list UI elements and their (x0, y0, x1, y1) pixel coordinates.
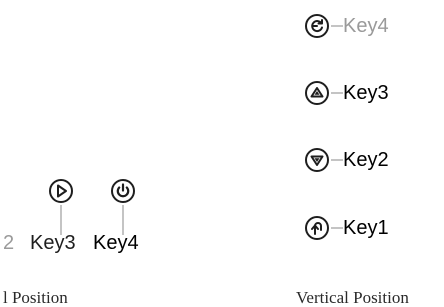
key3-label: Key3 (30, 233, 76, 253)
key4-label-word: Key (93, 232, 128, 254)
vertical-key4-label-num: 4 (377, 15, 389, 37)
power-icon[interactable] (110, 178, 136, 204)
play-right-icon[interactable] (48, 178, 74, 204)
vertical-key1-label-num: 1 (377, 217, 389, 239)
vertical-key2-label: Key2 (343, 150, 389, 170)
key2-partial-label: 2 (3, 232, 15, 254)
vertical-key3-label-num: 3 (377, 82, 389, 104)
vertical-key2-label-num: 2 (377, 149, 389, 171)
vertical-key1-connector (331, 227, 343, 229)
vertical-key1-label-word: Key (343, 217, 378, 239)
vertical-key2-connector (331, 159, 343, 161)
vertical-panel: Key4 Key3 Key2 Key1 Vertical Position (280, 0, 444, 307)
key4-label: Key4 (93, 233, 139, 253)
vertical-key3-label: Key3 (343, 83, 389, 103)
key3-label-num: 3 (64, 232, 76, 254)
key3-label-word: Key (30, 232, 65, 254)
vertical-key3-label-word: Key (343, 82, 378, 104)
rotate-icon[interactable] (304, 13, 330, 39)
vertical-key3-connector (331, 92, 343, 94)
vertical-key1-label: Key1 (343, 218, 389, 238)
triangle-down-icon[interactable] (304, 147, 330, 173)
vertical-key2-label-word: Key (343, 149, 378, 171)
vertical-key4-label-word: Key (343, 15, 378, 37)
horizontal-position-caption: l Position (3, 288, 68, 307)
key3-connector (60, 205, 62, 235)
horizontal-panel: 2 Key3 Key4 l Position (0, 170, 200, 307)
vertical-key4-connector (331, 25, 343, 27)
vertical-position-caption: Vertical Position (296, 288, 409, 307)
return-icon[interactable] (304, 215, 330, 241)
key4-label-num: 4 (127, 232, 139, 254)
vertical-key4-label: Key4 (343, 16, 389, 36)
triangle-up-icon[interactable] (304, 80, 330, 106)
key4-connector (122, 205, 124, 235)
